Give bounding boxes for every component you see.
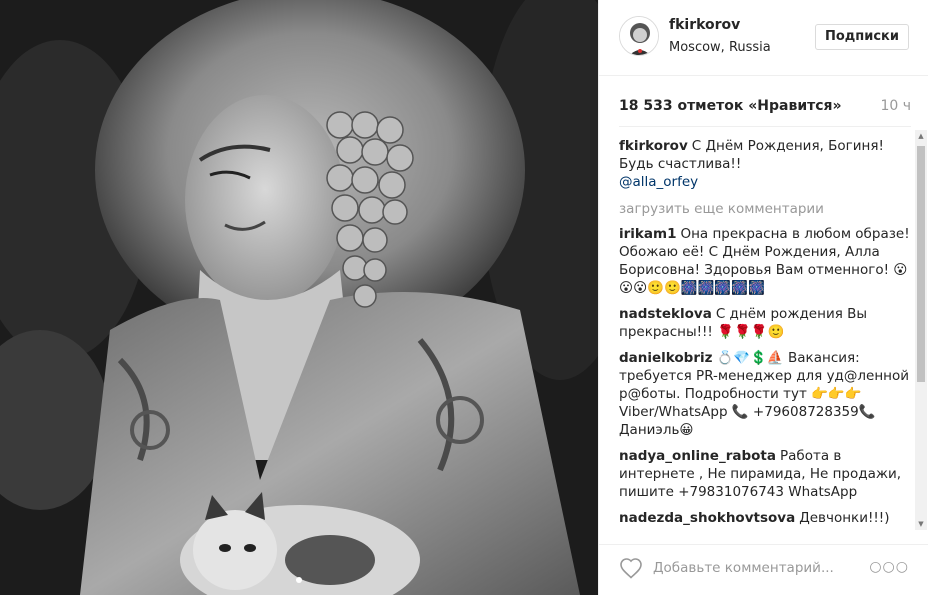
carousel-dot-active[interactable] [296,577,302,583]
comment-text: Девчонки!!!) [799,510,890,526]
comments-scrollbar[interactable]: ▲ ▼ [915,130,927,530]
caption: fkirkorov С Днём Рождения, Богиня! Будь с… [619,127,911,191]
post-location[interactable]: Moscow, Russia [669,40,771,55]
post-photo[interactable] [0,0,598,595]
avatar[interactable] [619,16,659,56]
comment-username[interactable]: irikam1 [619,226,676,242]
list-item: irikam1 Она прекрасна в любом образе! Обо… [619,225,911,297]
following-button[interactable]: Подписки [814,24,909,50]
caption-username[interactable]: fkirkorov [619,138,688,154]
add-comment-input[interactable] [653,557,867,579]
list-item: nadsteklova С днём рождения Вы прекрасны!… [619,305,911,341]
scroll-up-arrow-icon[interactable]: ▲ [915,130,927,142]
list-item: nadya_online_rabota Работа в интернете , … [619,447,911,501]
post-footer: ○○○ [599,544,928,595]
comment-username[interactable]: nadsteklova [619,306,712,322]
comments-list[interactable]: fkirkorov С Днём Рождения, Богиня! Будь с… [619,126,911,536]
heart-icon[interactable] [619,557,643,579]
post-sidebar: fkirkorov Moscow, Russia Подписки 18 533… [598,0,928,595]
post-time[interactable]: 10 ч [880,98,911,114]
carousel-dots [0,568,598,587]
list-item: danielkobriz 💍💎💲⛵ Вакансия: требуется PR-… [619,349,911,439]
caption-mention[interactable]: @alla_orfey [619,174,698,190]
avatar-image [620,17,658,55]
scroll-down-arrow-icon[interactable]: ▼ [915,518,927,530]
photo-illustration [0,0,598,595]
comment-username[interactable]: nadya_online_rabota [619,448,776,464]
scrollbar-thumb[interactable] [917,146,925,382]
more-options-icon[interactable]: ○○○ [869,559,909,575]
post-username[interactable]: fkirkorov [669,17,740,33]
post-header: fkirkorov Moscow, Russia Подписки [599,0,928,76]
likes-row: 18 533 отметок «Нравится» 10 ч [619,96,911,120]
list-item: nadezda_shokhovtsova Девчонки!!!) [619,509,911,527]
load-more-comments-link[interactable]: загрузить еще комментарии [619,201,911,217]
likes-count[interactable]: 18 533 отметок «Нравится» [619,98,842,114]
comment-username[interactable]: nadezda_shokhovtsova [619,510,795,526]
comment-username[interactable]: danielkobriz [619,350,713,366]
